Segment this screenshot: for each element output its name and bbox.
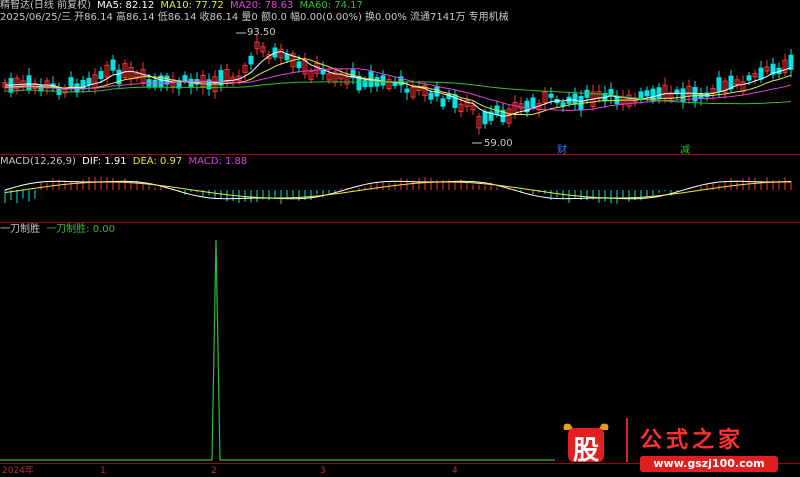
candle-body: [746, 75, 752, 81]
ma5-line: [4, 50, 792, 117]
candle-body: [638, 91, 644, 100]
candle-body: [656, 87, 662, 99]
candle-body: [548, 93, 554, 98]
time-axis-label: 1: [100, 466, 106, 476]
time-axis-label: 3: [320, 466, 326, 476]
candle-body: [146, 79, 152, 87]
event-finance-marker[interactable]: 财: [557, 141, 567, 156]
indicator-line: [0, 239, 555, 461]
dif-line: [4, 180, 792, 200]
event-reduce-marker[interactable]: 减: [680, 141, 690, 156]
candle-body: [404, 88, 410, 93]
candle-body: [482, 111, 488, 125]
watermark-logo: 股: [560, 420, 612, 466]
high-price-label: 93.50: [247, 27, 276, 38]
candle-body: [428, 92, 434, 100]
time-axis-label: 4: [452, 466, 458, 476]
candle-body: [380, 75, 386, 86]
time-axis-label: 2: [211, 466, 217, 476]
candle-body: [560, 102, 566, 107]
candle-body: [572, 93, 578, 105]
watermark-logo-glyph: 股: [573, 436, 600, 466]
candle-body: [296, 61, 302, 69]
watermark-url: www.gszj100.com: [653, 457, 765, 470]
candle-body: [758, 67, 764, 80]
candle-body: [440, 98, 446, 107]
candle-body: [284, 53, 290, 61]
candle-body: [98, 71, 104, 79]
candle-body: [26, 75, 32, 91]
candle-body: [248, 55, 254, 65]
dea-line: [4, 181, 792, 199]
candle-body: [644, 90, 650, 97]
time-axis-label: 2024年: [2, 466, 34, 476]
candle-body: [182, 75, 188, 82]
candle-body: [86, 77, 92, 86]
watermark-title: 公式之家: [640, 428, 745, 453]
candle-body: [788, 54, 794, 70]
candle-body: [110, 59, 116, 71]
candle-body: [68, 77, 74, 87]
watermark-divider: [626, 418, 628, 462]
watermark-url-bar: www.gszj100.com: [640, 456, 778, 472]
candle-body: [716, 77, 722, 92]
low-price-label: 59.00: [484, 138, 513, 149]
kline-chart-canvas[interactable]: [0, 0, 800, 477]
candle-body: [218, 69, 224, 86]
candle-body: [530, 97, 536, 108]
